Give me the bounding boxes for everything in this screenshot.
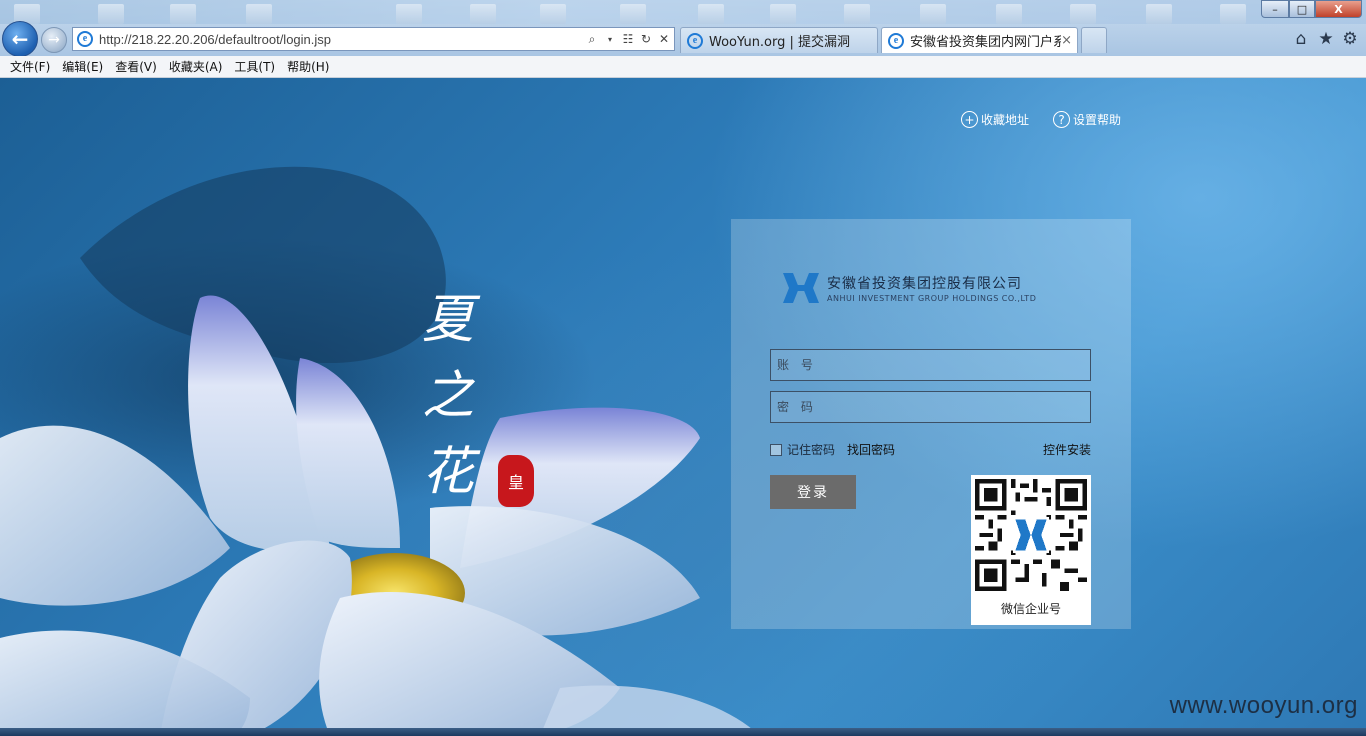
back-button[interactable]: ←: [2, 21, 38, 57]
dropdown-icon[interactable]: ▾: [602, 35, 618, 44]
menu-file[interactable]: 文件(F): [4, 58, 56, 75]
plugin-install-link[interactable]: 控件安装: [1043, 441, 1091, 458]
desktop-icon: [470, 4, 496, 24]
desktop-icon: [1070, 4, 1096, 24]
arrow-right-icon: →: [48, 32, 60, 48]
lotus-illustration: [0, 166, 760, 736]
company-name-cn: 安徽省投资集团控股有限公司: [827, 276, 1022, 292]
menu-edit[interactable]: 编辑(E): [56, 58, 109, 75]
setup-help-link[interactable]: ? 设置帮助: [1053, 111, 1121, 128]
username-input[interactable]: [770, 349, 1091, 381]
address-text[interactable]: http://218.22.20.206/defaultroot/login.j…: [99, 32, 584, 47]
compat-view-icon[interactable]: ☷: [620, 32, 636, 46]
desktop-icon: [1146, 4, 1172, 24]
company-logo-icon: [783, 273, 819, 303]
desktop-icon: [540, 4, 566, 24]
new-tab-button[interactable]: [1081, 27, 1107, 53]
desktop-icon: [246, 4, 272, 24]
tab-label: 安徽省投资集团内网门户系统: [910, 35, 1062, 50]
tab-close-icon[interactable]: ×: [1061, 33, 1072, 48]
menu-view[interactable]: 查看(V): [109, 58, 163, 75]
calligraphy-char: 之: [421, 366, 474, 426]
login-button[interactable]: 登录: [770, 475, 856, 509]
home-icon[interactable]: ⌂: [1291, 29, 1311, 49]
desktop-icon: [996, 4, 1022, 24]
desktop-strip: [0, 0, 1366, 24]
question-circle-icon: ?: [1053, 111, 1070, 128]
favorite-address-link[interactable]: + 收藏地址: [961, 111, 1029, 128]
search-icon[interactable]: ⌕: [584, 32, 600, 47]
desktop-icon: [920, 4, 946, 24]
calligraphy-char: 花: [421, 442, 474, 502]
address-bar[interactable]: e http://218.22.20.206/defaultroot/login…: [72, 27, 675, 51]
company-logo: 安徽省投资集团控股有限公司 ANHUI INVESTMENT GROUP HOL…: [781, 271, 1036, 305]
ie-logo-icon: e: [888, 32, 904, 49]
forward-button[interactable]: →: [41, 27, 67, 53]
favorite-address-label: 收藏地址: [981, 113, 1030, 127]
minimize-button[interactable]: –: [1261, 0, 1289, 18]
close-window-button[interactable]: X: [1315, 0, 1362, 18]
arrow-left-icon: ←: [11, 27, 29, 51]
company-name-en: ANHUI INVESTMENT GROUP HOLDINGS CO.,LTD: [827, 294, 1037, 303]
menu-tools[interactable]: 工具(T): [228, 58, 281, 75]
tab-label: WooYun.org | 提交漏洞: [709, 35, 851, 50]
login-page: 夏 之 花 皇 + 收藏地址 ? 设置帮助 安徽省投资集团控股有限公司 ANHU…: [0, 78, 1366, 736]
ie-logo-icon: e: [687, 32, 703, 49]
stop-icon[interactable]: ✕: [656, 32, 672, 46]
refresh-icon[interactable]: ↻: [638, 32, 654, 46]
tab-portal[interactable]: e 安徽省投资集团内网门户系统 ×: [881, 27, 1078, 53]
password-input[interactable]: [770, 391, 1091, 423]
wechat-qr-box: 微信企业号: [971, 475, 1091, 625]
desktop-icon: [844, 4, 870, 24]
remember-password-label[interactable]: 记住密码: [787, 441, 835, 458]
desktop-icon: [620, 4, 646, 24]
menu-bar: 文件(F) 编辑(E) 查看(V) 收藏夹(A) 工具(T) 帮助(H): [0, 56, 1366, 78]
gear-icon[interactable]: ⚙: [1340, 29, 1360, 49]
login-panel: 安徽省投资集团控股有限公司 ANHUI INVESTMENT GROUP HOL…: [731, 219, 1131, 629]
qr-label: 微信企业号: [1000, 602, 1061, 616]
plus-circle-icon: +: [961, 111, 978, 128]
forgot-password-link[interactable]: 找回密码: [847, 441, 895, 458]
browser-chrome: ← → e http://218.22.20.206/defaultroot/l…: [0, 0, 1366, 57]
desktop-icon: [396, 4, 422, 24]
desktop-icon: [698, 4, 724, 24]
menu-favorites[interactable]: 收藏夹(A): [163, 58, 229, 75]
desktop-icon: [170, 4, 196, 24]
remember-row: 记住密码 找回密码: [770, 441, 895, 458]
menu-help[interactable]: 帮助(H): [281, 58, 335, 75]
watermark: www.wooyun.org: [1169, 692, 1358, 719]
remember-password-checkbox[interactable]: [770, 443, 782, 456]
ie-logo-icon: e: [77, 31, 93, 47]
tab-wooyun[interactable]: e WooYun.org | 提交漏洞: [680, 27, 878, 53]
desktop-icon: [770, 4, 796, 24]
desktop-icon: [98, 4, 124, 24]
qr-code: [975, 479, 1087, 591]
desktop-icon: [1220, 4, 1246, 24]
calligraphy-title: 夏 之 花: [418, 282, 478, 510]
calligraphy-char: 夏: [421, 290, 474, 350]
setup-help-label: 设置帮助: [1073, 113, 1122, 127]
red-seal: 皇: [498, 455, 534, 507]
taskbar: [0, 728, 1366, 736]
star-icon[interactable]: ★: [1316, 29, 1336, 49]
maximize-button[interactable]: □: [1289, 0, 1315, 18]
